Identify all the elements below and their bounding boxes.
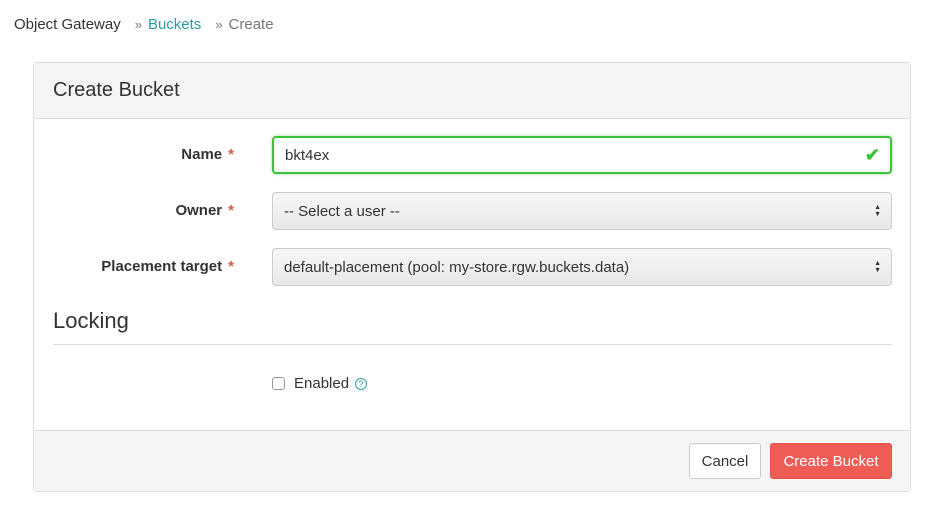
select-arrows-icon: ▲ ▼ [874,204,881,218]
name-row: Name * bkt4ex ✔ [34,136,910,174]
required-marker: * [228,146,234,163]
placement-row: Placement target * default-placement (poo… [34,248,910,286]
create-bucket-button[interactable]: Create Bucket [770,443,892,479]
name-input-value: bkt4ex [285,146,330,164]
breadcrumb-separator-icon: » [215,17,222,32]
locking-enabled-row: Enabled ? [272,375,368,392]
valid-check-icon: ✔ [864,144,880,165]
placement-select[interactable]: default-placement (pool: my-store.rgw.bu… [272,248,892,286]
breadcrumb-root: Object Gateway [14,16,121,33]
breadcrumb-separator-icon: » [134,17,142,32]
panel-footer: Cancel Create Bucket [34,430,910,491]
breadcrumb: Object Gateway » Buckets » Create [14,16,274,33]
placement-label: Placement target * [101,248,234,286]
name-input[interactable]: bkt4ex ✔ [272,136,892,174]
help-icon[interactable]: ? [355,377,368,390]
owner-select[interactable]: -- Select a user -- ▲ ▼ [272,192,892,230]
select-arrows-icon: ▲ ▼ [874,260,881,274]
placement-select-value: default-placement (pool: my-store.rgw.bu… [284,258,630,276]
owner-label-text: Owner [175,202,223,219]
locking-enabled-checkbox[interactable] [272,377,285,390]
required-marker: * [228,258,234,275]
name-label-text: Name [181,146,223,163]
breadcrumb-link-buckets[interactable]: Buckets [148,16,201,33]
owner-label: Owner * [175,192,234,230]
owner-row: Owner * -- Select a user -- ▲ ▼ [34,192,910,230]
locking-enabled-label[interactable]: Enabled [294,375,349,392]
placement-label-text: Placement target [101,258,223,275]
locking-section-title: Locking [53,308,892,345]
panel-title: Create Bucket [53,79,180,101]
create-bucket-panel: Create Bucket Name * bkt4ex ✔ Owner * -- S… [33,62,911,492]
breadcrumb-current: Create [228,16,274,33]
owner-select-value: -- Select a user -- [284,202,400,220]
required-marker: * [228,202,234,219]
cancel-button[interactable]: Cancel [689,443,761,479]
name-label: Name * [181,136,234,174]
panel-heading: Create Bucket [34,63,910,119]
